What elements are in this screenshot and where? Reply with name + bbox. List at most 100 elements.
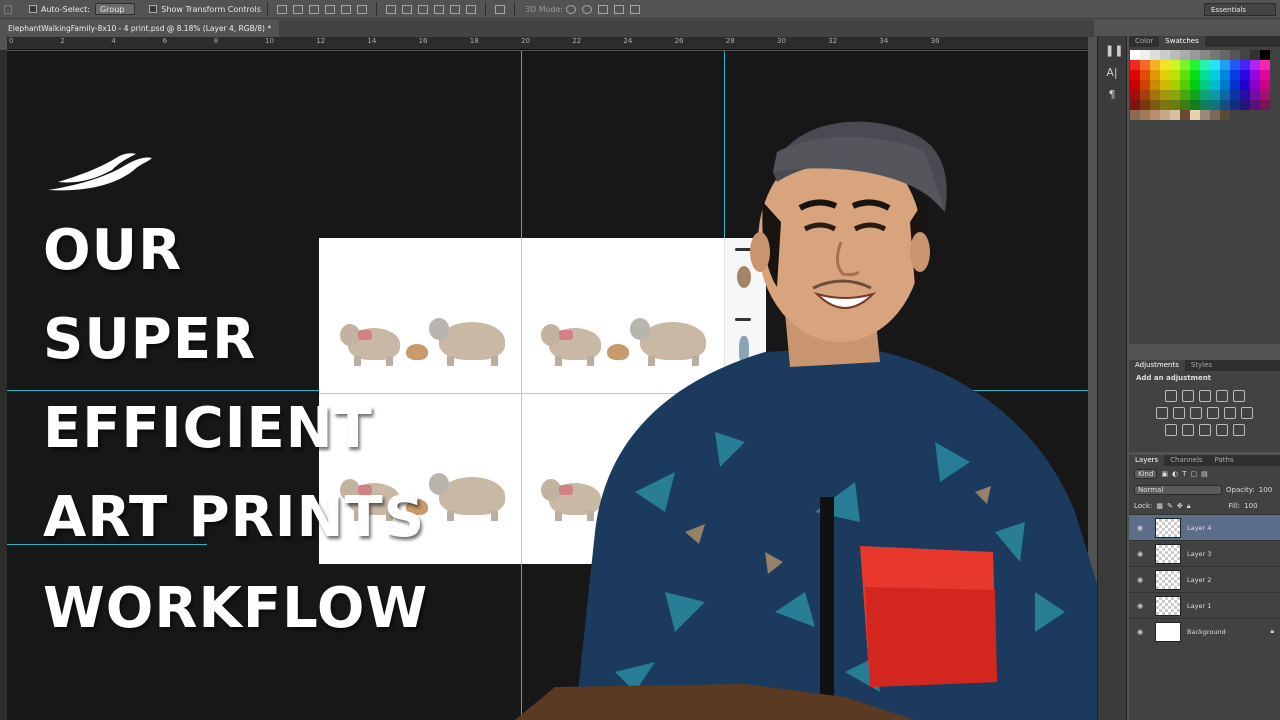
layer-name[interactable]: Layer 4: [1187, 524, 1211, 532]
document-tab[interactable]: ElephantWalkingFamily-8x10 - 4 print.psd…: [0, 20, 280, 37]
swatch[interactable]: [1180, 90, 1190, 100]
swatch[interactable]: [1250, 80, 1260, 90]
brightness-icon[interactable]: [1164, 390, 1177, 402]
swatch[interactable]: [1230, 100, 1240, 110]
swatch[interactable]: [1150, 90, 1160, 100]
swatch[interactable]: [1170, 100, 1180, 110]
swatch[interactable]: [1140, 60, 1150, 70]
visibility-eye-icon[interactable]: ◉: [1137, 602, 1147, 610]
layer-row[interactable]: ◉ Layer 2: [1129, 566, 1280, 592]
exposure-icon[interactable]: [1215, 390, 1228, 402]
color-balance-icon[interactable]: [1173, 407, 1185, 419]
tab-layers[interactable]: Layers: [1129, 455, 1165, 466]
swatch[interactable]: [1210, 90, 1220, 100]
visibility-eye-icon[interactable]: ◉: [1137, 576, 1147, 584]
swatch[interactable]: [1160, 110, 1170, 120]
swatch[interactable]: [1130, 90, 1140, 100]
swatch[interactable]: [1180, 80, 1190, 90]
swatch[interactable]: [1250, 70, 1260, 80]
swatch[interactable]: [1140, 100, 1150, 110]
visibility-eye-icon[interactable]: ◉: [1137, 628, 1147, 636]
swatch[interactable]: [1220, 100, 1230, 110]
photo-filter-icon[interactable]: [1207, 407, 1219, 419]
transform-controls-checkbox[interactable]: [149, 5, 158, 13]
swatch[interactable]: [1190, 100, 1200, 110]
swatch[interactable]: [1150, 80, 1160, 90]
swatch[interactable]: [1170, 70, 1180, 80]
swatch[interactable]: [1200, 70, 1210, 80]
swatch[interactable]: [1180, 100, 1190, 110]
swatch[interactable]: [1140, 110, 1150, 120]
layer-row[interactable]: ◉ Layer 3: [1129, 540, 1280, 566]
swatch[interactable]: [1260, 60, 1270, 70]
auto-select-dropdown[interactable]: Group: [94, 3, 136, 15]
tab-channels[interactable]: Channels: [1164, 455, 1208, 466]
swatch[interactable]: [1220, 80, 1230, 90]
swatch[interactable]: [1160, 80, 1170, 90]
swatch[interactable]: [1250, 90, 1260, 100]
swatch[interactable]: [1250, 60, 1260, 70]
history-icon[interactable]: ❚❚: [1105, 44, 1123, 58]
swatch[interactable]: [1140, 70, 1150, 80]
swatch[interactable]: [1210, 110, 1220, 120]
swatch[interactable]: [1190, 80, 1200, 90]
distribute-vcenter-icon[interactable]: [401, 4, 412, 14]
lock-image-icon[interactable]: ✎: [1167, 502, 1173, 510]
filter-adjust-icon[interactable]: ◐: [1172, 470, 1178, 478]
swatch[interactable]: [1240, 100, 1250, 110]
lock-transparent-icon[interactable]: ▦: [1156, 502, 1163, 510]
swatch[interactable]: [1220, 50, 1230, 60]
tab-adjustments[interactable]: Adjustments: [1129, 360, 1185, 371]
swatch[interactable]: [1130, 50, 1140, 60]
workspace-switcher[interactable]: Essentials: [1204, 3, 1276, 16]
posterize-icon[interactable]: [1181, 424, 1194, 436]
distribute-bottom-icon[interactable]: [417, 4, 428, 14]
swatch[interactable]: [1220, 110, 1230, 120]
swatch[interactable]: [1200, 60, 1210, 70]
swatch[interactable]: [1190, 50, 1200, 60]
curves-icon[interactable]: [1198, 390, 1211, 402]
swatch[interactable]: [1240, 60, 1250, 70]
align-hcenter-icon[interactable]: [340, 4, 351, 14]
align-top-icon[interactable]: [276, 4, 287, 14]
swatch[interactable]: [1160, 90, 1170, 100]
layer-name[interactable]: Layer 2: [1187, 576, 1211, 584]
swatch[interactable]: [1220, 70, 1230, 80]
layer-name[interactable]: Background: [1187, 628, 1226, 636]
swatch[interactable]: [1130, 70, 1140, 80]
layer-row[interactable]: ◉ Layer 1: [1129, 592, 1280, 618]
layer-name[interactable]: Layer 1: [1187, 602, 1211, 610]
vertical-ruler[interactable]: [0, 50, 7, 720]
swatch[interactable]: [1210, 60, 1220, 70]
swatch[interactable]: [1150, 110, 1160, 120]
swatch[interactable]: [1200, 80, 1210, 90]
swatch[interactable]: [1160, 70, 1170, 80]
opacity-value[interactable]: 100: [1259, 486, 1272, 494]
distribute-hcenter-icon[interactable]: [449, 4, 460, 14]
black-white-icon[interactable]: [1190, 407, 1202, 419]
swatch[interactable]: [1250, 50, 1260, 60]
filter-kind-dropdown[interactable]: Kind: [1134, 469, 1158, 479]
swatch[interactable]: [1220, 90, 1230, 100]
3d-scale-icon[interactable]: [630, 4, 641, 14]
swatch[interactable]: [1200, 50, 1210, 60]
paragraph-icon[interactable]: ¶: [1105, 88, 1119, 102]
swatch[interactable]: [1130, 110, 1140, 120]
swatch[interactable]: [1230, 70, 1240, 80]
filter-type-icon[interactable]: T: [1182, 470, 1186, 478]
swatch[interactable]: [1190, 110, 1200, 120]
swatch[interactable]: [1170, 90, 1180, 100]
threshold-icon[interactable]: [1198, 424, 1211, 436]
vibrance-icon[interactable]: [1232, 390, 1245, 402]
swatch[interactable]: [1160, 100, 1170, 110]
swatch[interactable]: [1130, 60, 1140, 70]
visibility-eye-icon[interactable]: ◉: [1137, 550, 1147, 558]
3d-rotate-icon[interactable]: [566, 4, 577, 14]
swatch[interactable]: [1190, 70, 1200, 80]
tab-swatches[interactable]: Swatches: [1159, 36, 1205, 47]
swatch[interactable]: [1260, 90, 1270, 100]
swatch[interactable]: [1130, 100, 1140, 110]
swatch[interactable]: [1240, 90, 1250, 100]
swatch[interactable]: [1180, 60, 1190, 70]
swatch[interactable]: [1210, 70, 1220, 80]
